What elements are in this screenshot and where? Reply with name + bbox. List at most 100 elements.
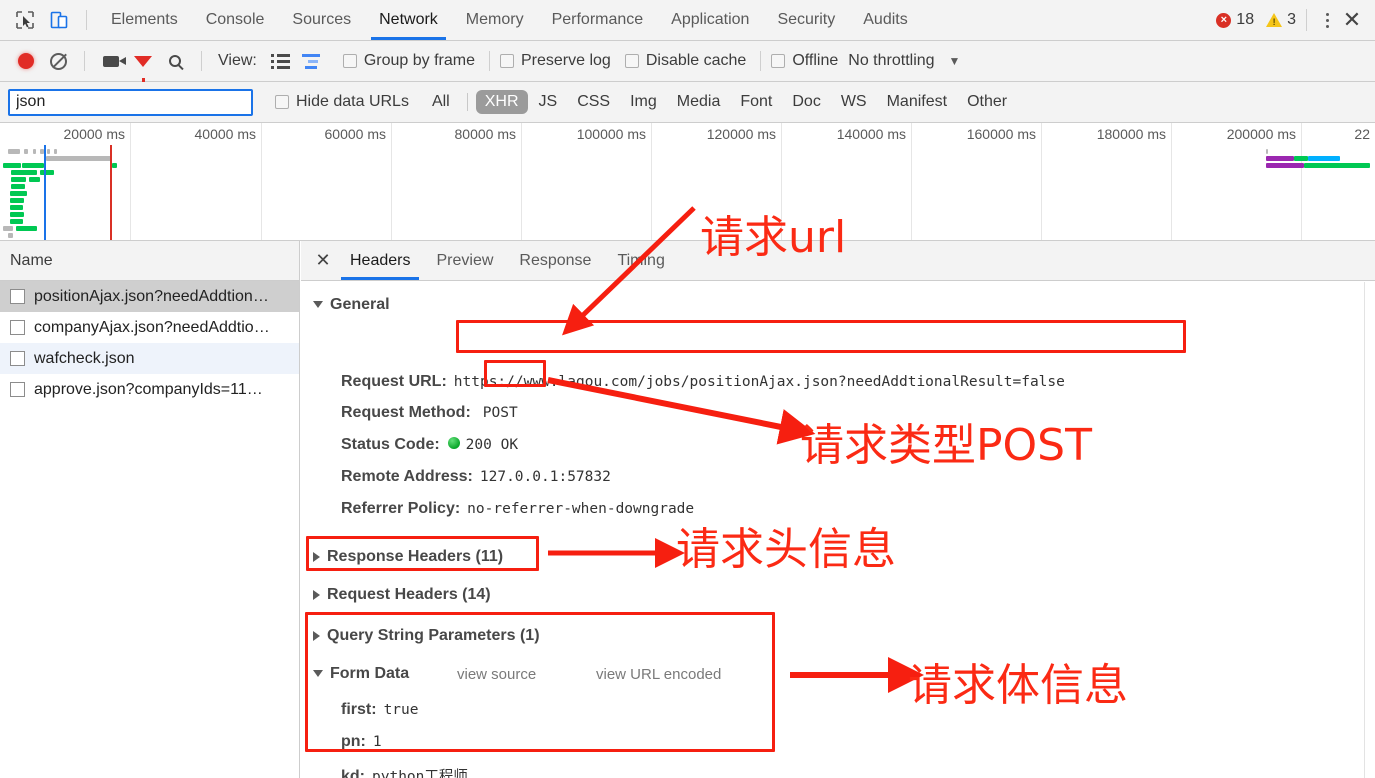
filter-divider [466, 93, 468, 111]
request-row-1[interactable]: positionAjax.json?needAddtion… [0, 281, 299, 312]
filter-type-other[interactable]: Other [958, 90, 1016, 114]
section-query-string-parameters[interactable]: Query String Parameters (1) [313, 627, 540, 645]
general-row-request-method: Request Method: POST [341, 404, 518, 422]
tab-preview[interactable]: Preview [423, 241, 506, 280]
tab-elements[interactable]: Elements [97, 0, 192, 40]
request-name-label: positionAjax.json?needAddtion… [34, 287, 269, 305]
error-count-badge[interactable]: × 18 [1216, 11, 1254, 29]
close-devtools-icon[interactable]: ✕ [1337, 5, 1367, 35]
preserve-log-label: Preserve log [521, 52, 611, 69]
overview-tick-label: 80000 ms [454, 126, 516, 142]
overview-request-bar [1294, 156, 1308, 161]
request-url-key: Request URL: [341, 373, 447, 390]
overview-tick-line [781, 123, 782, 240]
search-button[interactable] [159, 46, 191, 76]
error-icon: × [1216, 12, 1232, 28]
device-toolbar-icon[interactable] [42, 0, 76, 40]
view-source-link[interactable]: view source [457, 666, 536, 683]
section-form-data[interactable]: Form Data [313, 665, 409, 683]
record-button[interactable] [10, 46, 42, 76]
overview-request-bar [8, 233, 13, 238]
group-by-frame-checkbox[interactable]: Group by frame [342, 52, 475, 70]
view-url-encoded-link[interactable]: view URL encoded [596, 666, 721, 683]
section-general[interactable]: General [313, 296, 390, 314]
tab-response[interactable]: Response [506, 241, 604, 280]
request-row-2[interactable]: companyAjax.json?needAddtio… [0, 312, 299, 343]
overview-tick-label: 180000 ms [1096, 126, 1166, 142]
tab-memory[interactable]: Memory [452, 0, 538, 40]
overview-request-bar [1266, 156, 1294, 161]
request-list-header[interactable]: Name [0, 241, 299, 281]
filter-type-manifest[interactable]: Manifest [878, 90, 956, 114]
request-row-3[interactable]: wafcheck.json [0, 343, 299, 374]
close-detail-icon[interactable]: ✕ [309, 247, 337, 275]
clear-button[interactable] [42, 46, 74, 76]
warning-count-badge[interactable]: ! 3 [1254, 11, 1296, 29]
filter-type-all[interactable]: All [423, 90, 459, 114]
tabbar-right-divider [1306, 9, 1307, 31]
filter-type-media[interactable]: Media [668, 90, 730, 114]
list-view-button[interactable] [265, 46, 297, 76]
tab-security[interactable]: Security [763, 0, 849, 40]
request-row-4[interactable]: approve.json?companyIds=11… [0, 374, 299, 405]
filter-input[interactable] [8, 88, 253, 116]
more-options-icon[interactable] [1317, 5, 1337, 35]
preserve-log-checkbox[interactable]: Preserve log [500, 52, 611, 70]
overview-tick-line [521, 123, 522, 240]
overview-request-bar [46, 156, 112, 161]
tab-sources[interactable]: Sources [278, 0, 365, 40]
dom-content-loaded-marker [44, 145, 46, 240]
waterfall-icon [301, 53, 324, 69]
network-overview-timeline[interactable]: 20000 ms 40000 ms 60000 ms 80000 ms 100000 m… [0, 123, 1375, 241]
search-icon [169, 55, 181, 67]
form-data-key: kd: [341, 768, 365, 778]
tab-audits[interactable]: Audits [849, 0, 921, 40]
overview-request-bar [1308, 156, 1340, 161]
filter-type-img[interactable]: Img [621, 90, 666, 114]
chevron-down-icon[interactable]: ▼ [949, 54, 961, 68]
tab-headers[interactable]: Headers [337, 241, 423, 280]
overview-request-bar [33, 149, 36, 154]
filter-button[interactable] [127, 46, 159, 84]
detail-scrollbar[interactable] [1364, 282, 1375, 778]
offline-label: Offline [792, 52, 839, 69]
filter-type-css[interactable]: CSS [568, 90, 619, 114]
request-url-value[interactable]: https://www.lagou.com/jobs/positionAjax.… [454, 374, 1065, 390]
overview-tick-line [1171, 123, 1172, 240]
offline-checkbox[interactable]: Offline [771, 52, 838, 70]
tab-performance[interactable]: Performance [538, 0, 658, 40]
tab-timing[interactable]: Timing [604, 241, 677, 280]
request-type-icon [10, 382, 25, 397]
overview-request-bar [11, 177, 26, 182]
request-method-key: Request Method: [341, 404, 471, 421]
request-type-icon [10, 289, 25, 304]
request-name-label: wafcheck.json [34, 349, 135, 367]
filter-type-ws[interactable]: WS [832, 90, 876, 114]
throttling-select[interactable]: No throttling [848, 52, 934, 70]
section-form-data-title: Form Data [330, 665, 410, 682]
chevron-down-icon [313, 300, 323, 313]
filter-type-xhr[interactable]: XHR [475, 90, 528, 114]
overview-request-bar [1304, 163, 1370, 168]
tab-console[interactable]: Console [192, 0, 279, 40]
overview-tick-line [651, 123, 652, 240]
request-type-icon [10, 351, 25, 366]
referrer-policy-key: Referrer Policy: [341, 500, 461, 517]
section-request-headers[interactable]: Request Headers (14) [313, 586, 491, 604]
inspect-element-icon[interactable] [8, 0, 42, 40]
filter-type-font[interactable]: Font [731, 90, 781, 114]
chevron-right-icon [313, 552, 320, 562]
capture-screenshots-button[interactable] [95, 46, 127, 76]
filter-type-doc[interactable]: Doc [783, 90, 829, 114]
checkbox-box [342, 54, 357, 68]
tab-application[interactable]: Application [657, 0, 763, 40]
tab-network[interactable]: Network [365, 0, 452, 40]
filter-type-js[interactable]: JS [530, 90, 567, 114]
disable-cache-checkbox[interactable]: Disable cache [624, 52, 746, 70]
form-data-key: pn: [341, 733, 366, 750]
hide-data-urls-checkbox[interactable]: Hide data URLs [275, 93, 409, 111]
overview-request-bar [3, 226, 13, 231]
warning-count-label: 3 [1287, 11, 1296, 28]
section-response-headers[interactable]: Response Headers (11) [313, 548, 503, 566]
waterfall-view-button[interactable] [297, 46, 329, 76]
